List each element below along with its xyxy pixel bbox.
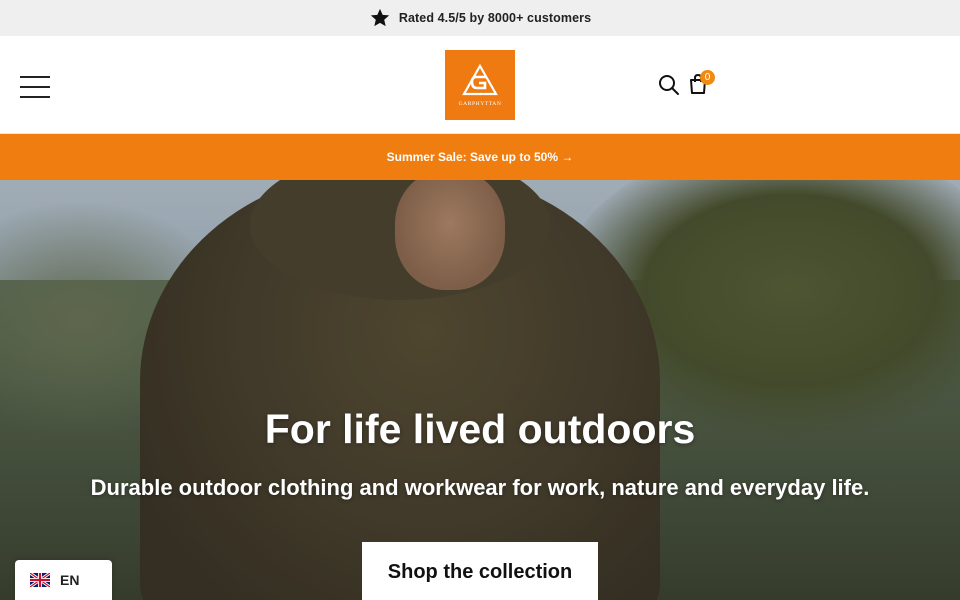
brand-logo[interactable]: GARPHYTTAN [445, 50, 515, 120]
language-switcher[interactable]: EN [15, 560, 112, 600]
promo-text[interactable]: Summer Sale: Save up to 50% → [387, 150, 574, 164]
shop-collection-button[interactable]: Shop the collection [362, 542, 598, 600]
uk-flag-icon [30, 573, 50, 587]
hero-subtitle: Durable outdoor clothing and workwear fo… [90, 475, 870, 500]
shop-collection-label[interactable]: Shop the collection [388, 561, 572, 584]
language-code: EN [60, 572, 80, 588]
hero-banner: For life lived outdoors Durable outdoor … [0, 180, 960, 600]
hero-title: For life lived outdoors [264, 406, 696, 452]
announcement-bar: Rated 4.5/5 by 8000+ customers [0, 0, 960, 36]
cart-count-badge: 0 [700, 70, 715, 85]
logo-text: GARPHYTTAN [458, 101, 502, 107]
hamburger-menu-icon[interactable] [20, 76, 50, 98]
logo-mark-icon [462, 63, 498, 96]
hero-overlay [0, 180, 960, 600]
rating-text: Rated 4.5/5 by 8000+ customers [398, 11, 592, 25]
search-icon[interactable] [658, 74, 680, 96]
star-icon [369, 7, 391, 29]
site-header: GARPHYTTAN 0 [0, 36, 960, 134]
promo-bar[interactable]: Summer Sale: Save up to 50% → [0, 134, 960, 180]
